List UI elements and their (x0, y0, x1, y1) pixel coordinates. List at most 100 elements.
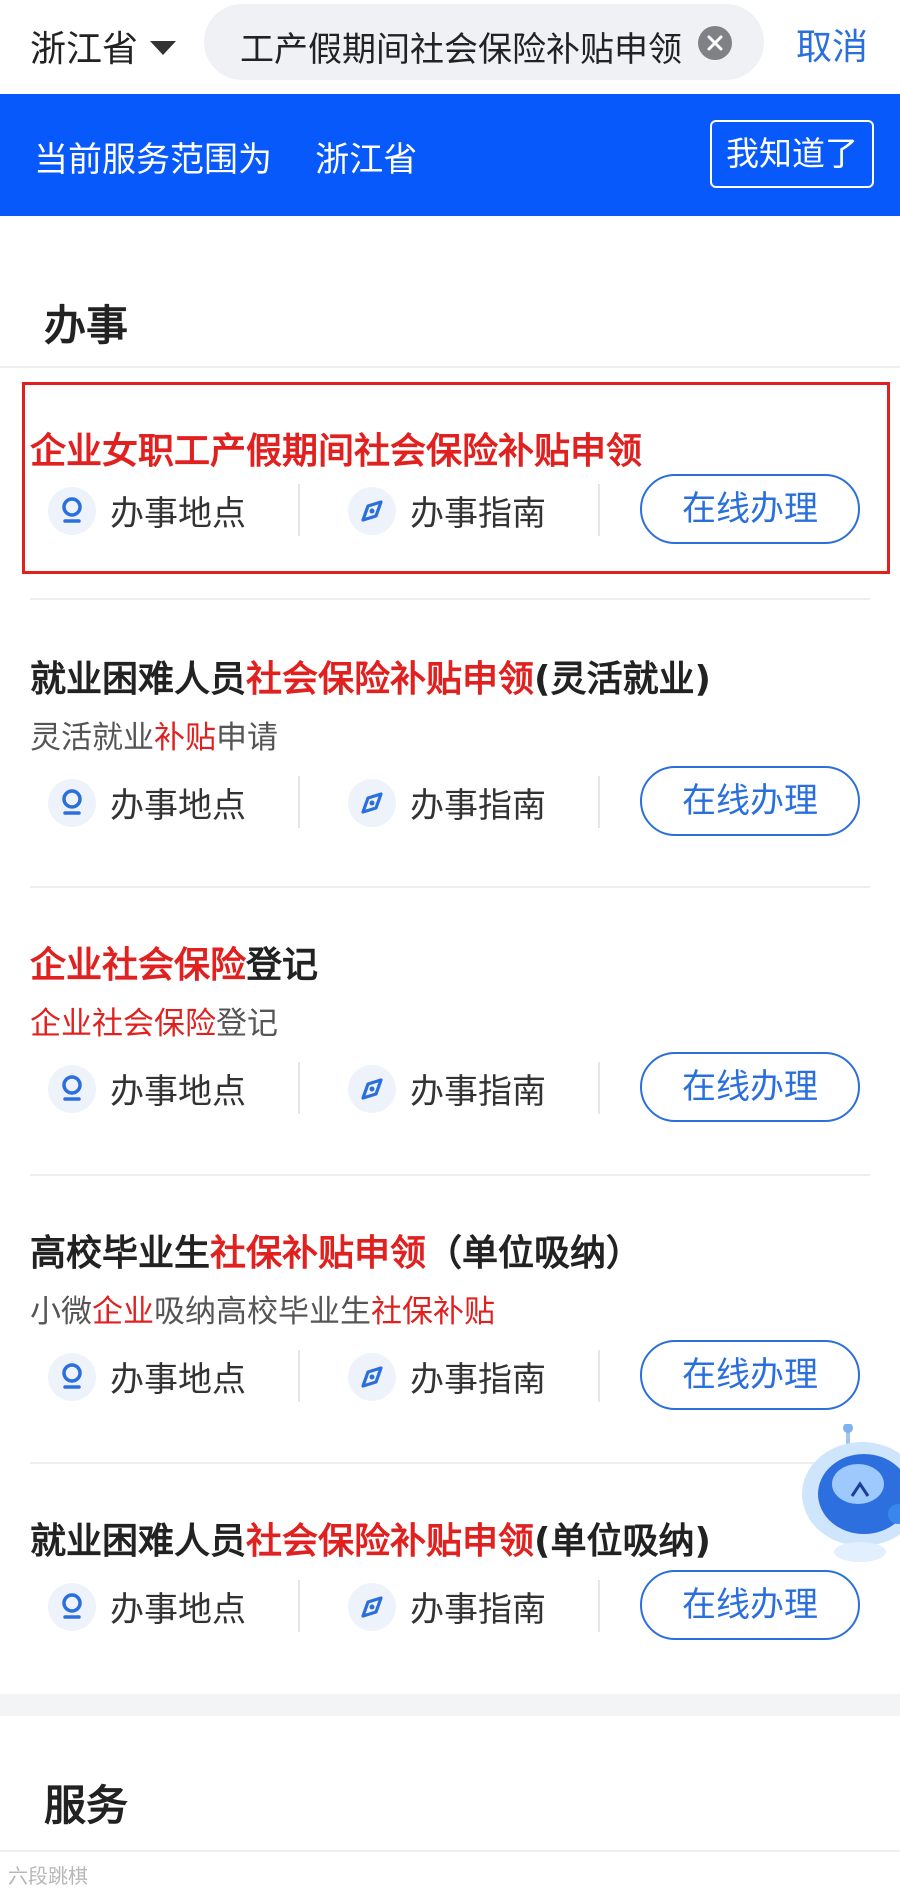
service-item-subtitle: 企业社会保险登记 (30, 998, 278, 1043)
online-handle-button[interactable]: 在线办理 (640, 1340, 860, 1410)
location-pin-icon (48, 1352, 96, 1401)
service-scope-banner: 当前服务范围为 浙江省 我知道了 (0, 94, 900, 216)
online-handle-button[interactable]: 在线办理 (640, 474, 860, 544)
location-pin-icon (48, 778, 96, 827)
keyword-highlight: 补贴 (154, 720, 216, 756)
action-separator (298, 1062, 300, 1114)
service-item-title[interactable]: 企业女职工产假期间社会保险补贴申领 (30, 422, 642, 474)
guide-label: 办事指南 (410, 786, 546, 826)
text-segment: （单位吸纳） (426, 1233, 643, 1274)
location-link[interactable]: 办事地点 (48, 1064, 246, 1113)
section-title-fuwu: 服务 (44, 1781, 129, 1830)
guide-label: 办事指南 (410, 1072, 546, 1112)
online-handle-button[interactable]: 在线办理 (640, 766, 860, 836)
action-separator (298, 1350, 300, 1402)
location-label: 办事地点 (110, 786, 246, 826)
location-link[interactable]: 办事地点 (48, 1582, 246, 1631)
guide-link[interactable]: 办事指南 (348, 778, 546, 827)
province-selector[interactable]: 浙江省 (30, 18, 177, 74)
service-scope-text: 当前服务范围为 浙江省 (34, 140, 418, 180)
keyword-highlight: 企业 (92, 1294, 154, 1330)
location-pin-icon (48, 486, 96, 535)
location-link[interactable]: 办事地点 (48, 486, 246, 535)
guide-link[interactable]: 办事指南 (348, 1582, 546, 1631)
section-gap (0, 1694, 900, 1716)
text-segment: 吸纳高校毕业生 (154, 1294, 371, 1330)
acknowledge-button[interactable]: 我知道了 (710, 120, 874, 188)
compass-icon (348, 778, 396, 827)
watermark: 六段跳棋 (8, 1864, 88, 1888)
caret-down-icon (150, 41, 177, 55)
text-segment: 登记 (216, 1006, 278, 1042)
keyword-highlight: 企业社会保险 (30, 945, 247, 986)
guide-label: 办事指南 (410, 1590, 546, 1630)
keyword-highlight: 社保补贴 (371, 1294, 495, 1330)
guide-label: 办事指南 (410, 1360, 546, 1400)
action-separator (598, 1350, 600, 1402)
text-segment: (单位吸纳) (534, 1521, 711, 1562)
action-separator (298, 776, 300, 828)
text-segment: 灵活就业 (30, 720, 154, 756)
keyword-highlight: 企业社会保险 (30, 1006, 216, 1042)
item-divider (30, 598, 870, 600)
location-pin-icon (48, 1064, 96, 1113)
text-segment: 申请 (216, 720, 278, 756)
service-item[interactable]: 企业社会保险登记 企业社会保险登记 办事地点 办事指南 在线办理 (0, 906, 900, 1174)
location-label: 办事地点 (110, 1072, 246, 1112)
action-separator (598, 1062, 600, 1114)
item-divider (30, 1174, 870, 1176)
compass-icon (348, 1582, 396, 1631)
location-pin-icon (48, 1582, 96, 1631)
robot-assistant-icon[interactable] (800, 1423, 900, 1564)
service-item-subtitle: 灵活就业补贴申请 (30, 712, 278, 757)
text-segment: 就业困难人员 (30, 659, 247, 700)
text-segment: (灵活就业) (534, 659, 711, 700)
action-separator (598, 1580, 600, 1632)
online-handle-button[interactable]: 在线办理 (640, 1570, 860, 1640)
keyword-highlight: 社会保险补贴申领 (246, 659, 535, 700)
text-segment: 登记 (246, 945, 319, 986)
service-item[interactable]: 高校毕业生社保补贴申领（单位吸纳） 小微企业吸纳高校毕业生社保补贴办事地点 办事指南… (0, 1194, 900, 1462)
location-label: 办事地点 (110, 494, 246, 534)
guide-link[interactable]: 办事指南 (348, 1064, 546, 1113)
action-separator (298, 1580, 300, 1632)
cancel-button[interactable]: 取消 (796, 18, 868, 70)
guide-link[interactable]: 办事指南 (348, 486, 546, 535)
compass-icon (348, 1352, 396, 1401)
location-link[interactable]: 办事地点 (48, 1352, 246, 1401)
location-label: 办事地点 (110, 1360, 246, 1400)
province-label: 浙江省 (30, 29, 139, 70)
text-segment: 高校毕业生 (30, 1233, 211, 1274)
service-item-title[interactable]: 就业困难人员社会保险补贴申领(单位吸纳) (30, 1512, 711, 1564)
text-segment: 小微 (30, 1294, 92, 1330)
action-separator (598, 776, 600, 828)
section-title-banshi: 办事 (44, 301, 129, 350)
keyword-highlight: 企业女职工产假期间社会保险补贴申领 (30, 431, 643, 472)
service-item[interactable]: 企业女职工产假期间社会保险补贴申领办事地点 办事指南 在线办理 (0, 380, 900, 576)
section-divider (0, 1850, 900, 1852)
text-segment: 就业困难人员 (30, 1521, 247, 1562)
service-item[interactable]: 就业困难人员社会保险补贴申领(灵活就业) 灵活就业补贴申请办事地点 办事指南 在线办理 (0, 620, 900, 888)
section-divider (0, 366, 900, 368)
keyword-highlight: 社保补贴申领 (210, 1233, 427, 1274)
clear-search-icon[interactable] (698, 26, 732, 60)
item-divider (30, 1462, 870, 1464)
guide-link[interactable]: 办事指南 (348, 1352, 546, 1401)
search-input[interactable]: 工产假期间社会保险补贴申领 (240, 22, 682, 71)
location-label: 办事地点 (110, 1590, 246, 1630)
online-handle-button[interactable]: 在线办理 (640, 1052, 860, 1122)
service-item[interactable]: 就业困难人员社会保险补贴申领(单位吸纳) 办事地点 办事指南 在线办理 (0, 1482, 900, 1682)
search-box[interactable]: 工产假期间社会保险补贴申领 (204, 4, 764, 80)
service-item-title[interactable]: 就业困难人员社会保险补贴申领(灵活就业) (30, 650, 711, 702)
action-separator (298, 484, 300, 536)
location-link[interactable]: 办事地点 (48, 778, 246, 827)
compass-icon (348, 486, 396, 535)
service-item-subtitle: 小微企业吸纳高校毕业生社保补贴 (30, 1286, 495, 1331)
compass-icon (348, 1064, 396, 1113)
keyword-highlight: 社会保险补贴申领 (246, 1521, 535, 1562)
action-separator (598, 484, 600, 536)
service-item-title[interactable]: 企业社会保险登记 (30, 936, 318, 988)
service-item-title[interactable]: 高校毕业生社保补贴申领（单位吸纳） (30, 1224, 642, 1276)
top-bar: 浙江省 工产假期间社会保险补贴申领 取消 (0, 0, 900, 92)
guide-label: 办事指南 (410, 494, 546, 534)
